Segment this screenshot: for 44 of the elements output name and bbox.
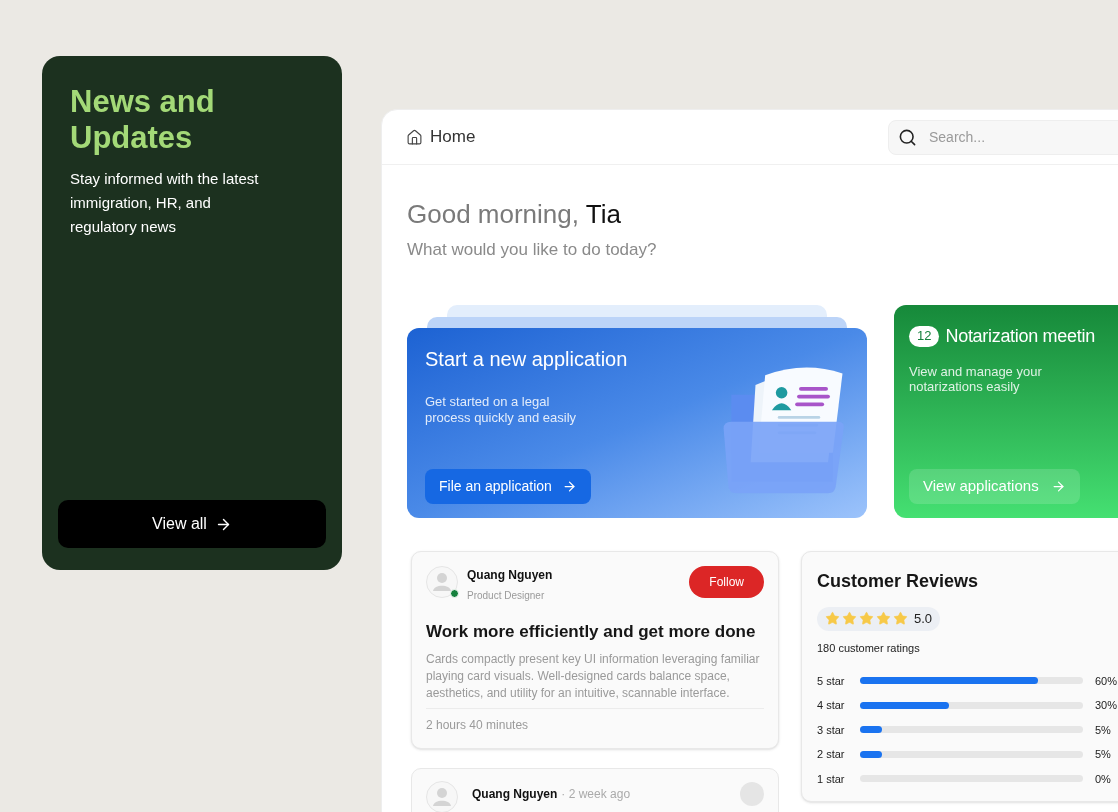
- card-description: View and manage your notarizations easily: [909, 363, 1043, 394]
- star-label: 2 star: [817, 747, 846, 762]
- greeting-heading: Good morning, Tia: [407, 198, 622, 231]
- star-label: 3 star: [817, 722, 846, 738]
- search-field[interactable]: Search...: [888, 119, 1118, 155]
- avatar-icon: [426, 565, 458, 598]
- author-role: Product Designer: [467, 588, 546, 603]
- rating-percent: 5%: [1095, 722, 1111, 738]
- reviews-title: Customer Reviews: [817, 569, 980, 593]
- post-title: Work more efficiently and get more done: [426, 620, 757, 643]
- card-description: Get started on a legal process quickly and easily: [425, 393, 578, 426]
- rating-percent: 30%: [1095, 698, 1118, 713]
- post-time: · 2 week ago: [561, 786, 631, 803]
- star-icon: [859, 611, 874, 626]
- arrow-right-icon: [1050, 478, 1066, 494]
- rating-percent: 60%: [1095, 673, 1118, 689]
- author-name: Quang Nguyen: [472, 786, 558, 803]
- count-badge: 12: [909, 325, 940, 347]
- star-icon: [825, 611, 840, 626]
- greeting-subtitle: What would you like to do today?: [407, 239, 658, 261]
- post-body: Cards compactly present key UI information leveraging familiar playing card visuals. Well-designed cards balance space, aesthetics, and utility for an intuitive, scannable interface.: [426, 651, 761, 702]
- follow-button[interactable]: Follow: [689, 565, 764, 598]
- author-name: Quang Nguyen: [467, 566, 553, 584]
- star-icon: [893, 611, 908, 626]
- star-label: 1 star: [817, 771, 846, 787]
- card-title: Start a new application: [425, 346, 629, 372]
- star-icon: [842, 611, 857, 626]
- view-all-button[interactable]: View all: [58, 500, 326, 548]
- search-icon: [898, 127, 917, 147]
- arrow-right-icon: [561, 478, 577, 494]
- ratings-count: 180 customer ratings: [817, 641, 921, 656]
- rating-score: 5.0: [914, 609, 933, 628]
- post-time: 2 hours 40 minutes: [426, 717, 530, 734]
- star-label: 4 star: [817, 698, 846, 713]
- news-description: Stay informed with the latest immigration, HR, and regulatory news: [69, 169, 260, 237]
- rating-percent: 0%: [1095, 771, 1111, 787]
- rating-percent: 5%: [1095, 747, 1111, 762]
- news-title: News and Updates: [69, 84, 216, 156]
- star-icon: [876, 611, 891, 626]
- star-label: 5 star: [817, 673, 846, 689]
- home-icon: [406, 128, 423, 146]
- breadcrumb-home[interactable]: Home: [430, 124, 476, 150]
- file-application-button[interactable]: File an application: [425, 468, 591, 504]
- card-title: Notarization meetin: [945, 324, 1095, 348]
